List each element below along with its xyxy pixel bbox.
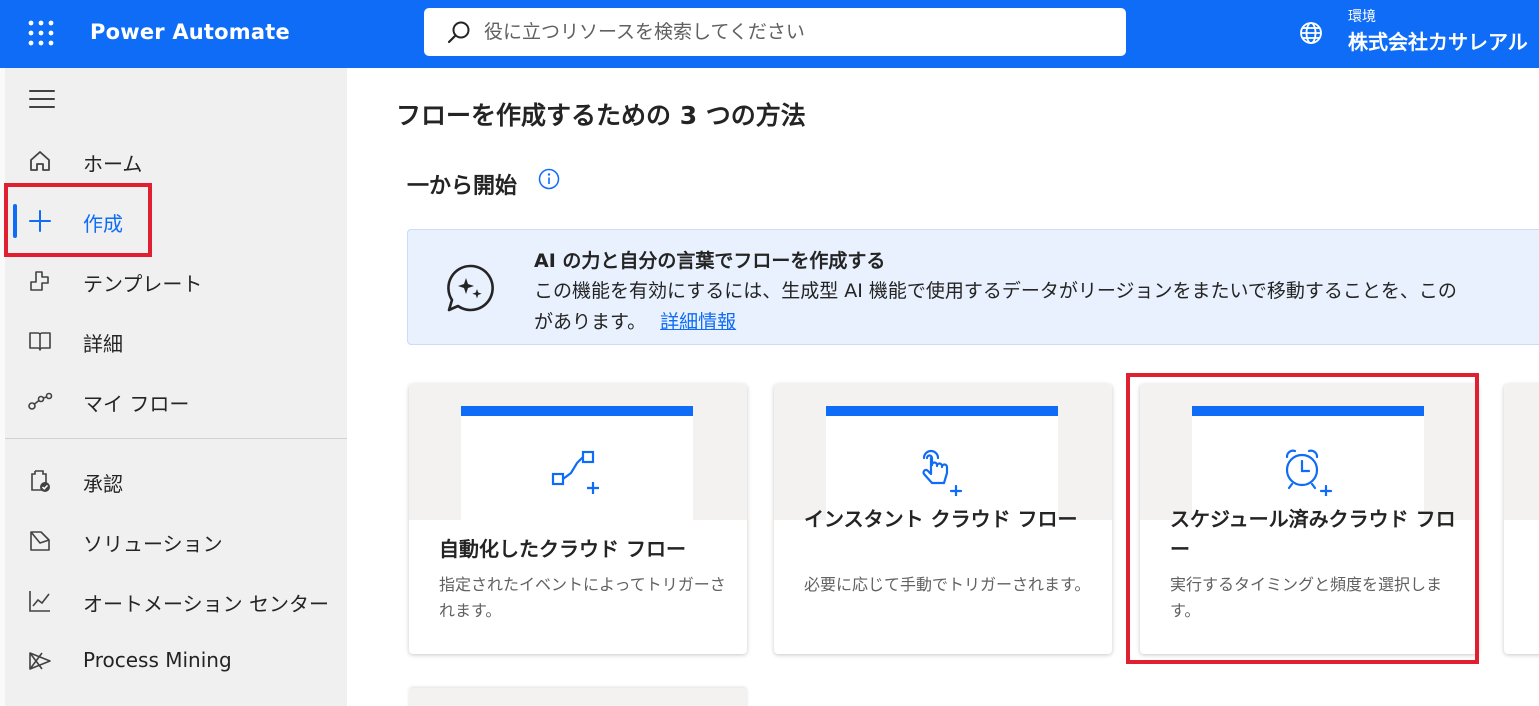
nav-item-automation-center[interactable]: オートメーション センター <box>5 576 347 626</box>
globe-icon[interactable] <box>1298 20 1324 46</box>
page-title: フローを作成するための 3 つの方法 <box>396 101 806 130</box>
card-title: インスタント クラウド フロー <box>804 507 1078 531</box>
app-name[interactable]: Power Automate <box>90 20 290 44</box>
nav-item-solutions[interactable]: ソリューション <box>5 516 347 566</box>
nav-item-templates[interactable]: テンプレート <box>5 256 347 306</box>
nav-label-learn: 詳細 <box>83 332 123 356</box>
process-mining-icon <box>29 652 51 670</box>
banner-text-line1: この機能を有効にするには、生成型 AI 機能で使用するデータがリージョンをまたい… <box>534 280 1457 302</box>
card-thumbnail <box>409 384 747 520</box>
card-illustration <box>461 406 693 520</box>
automated-flow-icon <box>551 450 599 494</box>
book-icon <box>29 332 51 351</box>
ai-banner: AI の力と自分の言葉でフローを作成する この機能を有効にするには、生成型 AI… <box>407 229 1539 345</box>
banner-text-line2: があります。 詳細情報 <box>534 307 736 334</box>
card-illustration <box>826 406 1058 520</box>
nav-label-automation-center: オートメーション センター <box>83 592 329 616</box>
card-description: 指定されたイベントによってトリガーされます。 <box>439 575 726 620</box>
search-input[interactable] <box>484 16 1104 48</box>
info-icon[interactable] <box>538 168 560 190</box>
search-box[interactable] <box>424 8 1126 56</box>
banner-title: AI の力と自分の言葉でフローを作成する <box>534 250 886 272</box>
app-launcher-icon[interactable] <box>28 20 54 46</box>
chat-sparkle-icon <box>447 264 494 312</box>
nav-divider <box>5 438 347 439</box>
nav-label-process-mining: Process Mining <box>83 648 232 672</box>
top-header: Power Automate 環境 株式会社カサレアル <box>0 0 1539 68</box>
learn-more-link[interactable]: 詳細情報 <box>660 311 736 333</box>
card-next-row[interactable] <box>409 688 747 706</box>
home-icon <box>30 151 50 171</box>
highlight-box-scheduled-flow <box>1126 373 1479 664</box>
template-icon <box>30 271 49 291</box>
nav-item-process-mining[interactable]: Process Mining <box>5 636 347 686</box>
solution-icon <box>30 531 50 551</box>
chart-icon <box>29 591 50 612</box>
touch-icon <box>922 449 963 496</box>
nav-item-learn[interactable]: 詳細 <box>5 316 347 366</box>
nav-label-my-flows: マイ フロー <box>83 392 190 416</box>
card-description: 必要に応じて手動でトリガーされます。 <box>804 575 1091 594</box>
nav-label-templates: テンプレート <box>83 272 203 296</box>
nav-item-home[interactable]: ホーム <box>5 136 347 186</box>
card-instant-cloud-flow[interactable]: インスタント クラウド フロー 必要に応じて手動でトリガーされます。 <box>774 384 1112 654</box>
card-automated-cloud-flow[interactable]: 自動化したクラウド フロー 指定されたイベントによってトリガーされます。 <box>409 384 747 654</box>
nav-item-approvals[interactable]: 承認 <box>5 456 347 506</box>
nav-label-solutions: ソリューション <box>83 532 223 556</box>
nav-item-my-flows[interactable]: マイ フロー <box>5 376 347 426</box>
approval-icon <box>31 470 50 492</box>
flow-icon <box>28 392 53 410</box>
search-icon <box>447 21 470 44</box>
nav-label-home: ホーム <box>83 152 143 176</box>
hamburger-menu-icon[interactable] <box>29 88 55 110</box>
card-partial[interactable] <box>1504 384 1539 654</box>
environment-name[interactable]: 株式会社カサレアル <box>1348 26 1528 55</box>
card-thumbnail <box>1504 384 1539 520</box>
banner-text-line2-text: があります。 <box>534 311 647 333</box>
highlight-box-create <box>4 183 152 257</box>
section-title: 一から開始 <box>407 174 518 199</box>
environment-label: 環境 <box>1348 9 1376 25</box>
nav-label-approvals: 承認 <box>83 472 123 496</box>
card-thumbnail <box>774 384 1112 520</box>
card-title: 自動化したクラウド フロー <box>439 537 686 561</box>
left-navigation: ホーム 作成 テンプレート 詳細 マイ フロー 承認 ソリューション オートメー… <box>5 68 347 706</box>
